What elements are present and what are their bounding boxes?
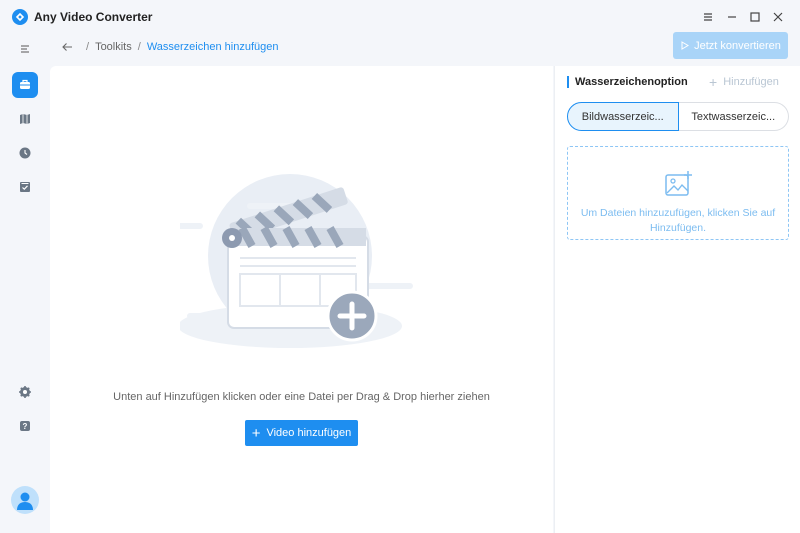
sidebar: ?: [0, 34, 50, 533]
title-bar: Any Video Converter: [0, 0, 800, 34]
breadcrumb-current: Wasserzeichen hinzufügen: [146, 41, 279, 53]
close-icon[interactable]: [770, 9, 786, 25]
plus-icon: +: [251, 424, 261, 442]
maximize-icon[interactable]: [747, 9, 763, 25]
sidebar-item-help[interactable]: ?: [12, 413, 38, 439]
collapse-sidebar-icon[interactable]: [12, 36, 38, 62]
breadcrumb: / Toolkits / Wasserzeichen hinzufügen: [60, 38, 278, 56]
plus-icon: +: [709, 73, 718, 90]
app-logo-icon: [12, 9, 28, 25]
svg-text:?: ?: [23, 422, 28, 431]
breadcrumb-separator: /: [137, 41, 141, 53]
watermark-options-title: Wasserzeichenoption: [567, 76, 688, 88]
convert-now-label: Jetzt konvertieren: [694, 39, 781, 52]
sidebar-item-toolkits[interactable]: [12, 72, 38, 98]
dropzone-hint-text: Um Dateien hinzuzufügen, klicken Sie auf…: [580, 207, 776, 234]
clock-icon: [19, 147, 31, 159]
add-watermark-label: Hinzufügen: [723, 76, 779, 88]
clapperboard-illustration: [180, 174, 413, 348]
breadcrumb-root[interactable]: Toolkits: [95, 41, 132, 53]
add-video-button[interactable]: + Video hinzufügen: [245, 420, 358, 446]
menu-icon[interactable]: [700, 9, 716, 25]
sidebar-item-tasks[interactable]: [12, 174, 38, 200]
user-icon: [17, 492, 33, 510]
minimize-icon[interactable]: [724, 9, 740, 25]
add-watermark-button[interactable]: + Hinzufügen: [709, 73, 779, 90]
image-dropzone[interactable]: Um Dateien hinzuzufügen, klicken Sie auf…: [567, 146, 789, 240]
sidebar-item-map[interactable]: [12, 106, 38, 132]
help-icon: ?: [20, 421, 30, 431]
tab-text-watermark[interactable]: Textwasserzeic...: [678, 102, 789, 131]
toolbox-icon: [20, 79, 30, 89]
sidebar-item-settings[interactable]: [12, 379, 38, 405]
main-panel[interactable]: Unten auf Hinzufügen klicken oder eine D…: [50, 66, 553, 533]
breadcrumb-separator: /: [86, 41, 90, 53]
watermark-options-panel: Wasserzeichenoption + Hinzufügen Bildwas…: [554, 66, 800, 533]
map-icon: [20, 114, 30, 124]
app-title: Any Video Converter: [34, 10, 153, 24]
checklist-icon: [20, 182, 30, 192]
convert-now-button[interactable]: Jetzt konvertieren: [673, 32, 788, 59]
add-image-icon: [665, 171, 692, 196]
play-icon: [681, 41, 690, 50]
avatar[interactable]: [11, 486, 39, 514]
add-video-label: Video hinzufügen: [266, 427, 352, 439]
tab-image-watermark[interactable]: Bildwasserzeic...: [567, 102, 679, 131]
drop-hint-text: Unten auf Hinzufügen klicken oder eine D…: [113, 391, 490, 403]
watermark-type-tabs: Bildwasserzeic... Textwasserzeic...: [567, 102, 789, 131]
back-arrow-icon[interactable]: [60, 40, 74, 54]
sidebar-item-history[interactable]: [12, 140, 38, 166]
gear-icon: [19, 386, 31, 398]
